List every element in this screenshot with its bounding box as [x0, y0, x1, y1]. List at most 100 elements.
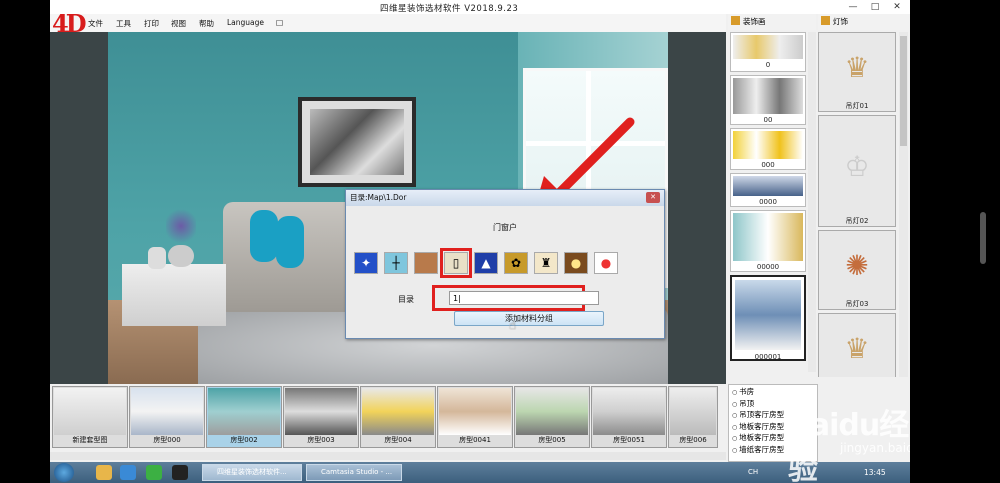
deco-thumb-item[interactable]: 0000 [730, 173, 806, 207]
taskbar: 四维星装饰选材软件... Camtasia Studio - ... CH 13… [50, 462, 910, 483]
dialog-title-bar: 目录:Map\1.Dor ✕ [346, 190, 664, 206]
lamp-item-label: 吊灯03 [845, 300, 869, 308]
deco-item-label: 000001 [754, 353, 782, 361]
deco-thumb-item[interactable]: 000 [730, 128, 806, 170]
deco-scrollbar[interactable] [808, 32, 816, 372]
qq-icon[interactable] [172, 465, 188, 480]
title-bar: 四维星装饰选材软件 V2018.9.23 — □ ✕ [50, 0, 910, 14]
deco-thumb-item[interactable]: 00000 [730, 210, 806, 272]
render-viewport[interactable]: 目录:Map\1.Dor ✕ 门窗户 ✦ ┼ ▯ ▲ ✿ ♜ ● ● 目录 添加… [50, 32, 726, 384]
room-thumb [131, 388, 203, 435]
taskbar-app-4d[interactable]: 四维星装饰选材软件... [202, 464, 302, 481]
wechat-icon[interactable] [146, 465, 162, 480]
lamp-icon[interactable]: ● [564, 252, 588, 274]
picture-icon [731, 16, 740, 25]
maximize-button[interactable]: □ [864, 1, 886, 13]
chair-icon[interactable]: ♜ [534, 252, 558, 274]
scrollbar-thumb[interactable] [900, 36, 907, 146]
lamp-panel-header[interactable]: 灯饰 [818, 14, 910, 30]
glass-icon[interactable]: ┼ [384, 252, 408, 274]
room-thumb-item[interactable]: 房型0051 [591, 386, 667, 448]
room-thumb-item[interactable]: 房型003 [283, 386, 359, 448]
dialog-close-button[interactable]: ✕ [646, 192, 660, 203]
browser-icon[interactable] [120, 465, 136, 480]
deco-thumb-item[interactable]: 0 [730, 32, 806, 72]
deco-item-label: 00 [763, 116, 773, 124]
menu-print[interactable]: 打印 [144, 18, 159, 29]
deco-thumb [735, 280, 801, 350]
category-item[interactable]: 书房 [732, 387, 814, 399]
room-strip-scrollbar[interactable] [50, 452, 726, 460]
lamp-thumb-item[interactable]: ♛ [818, 313, 896, 377]
deco-thumb [733, 35, 803, 59]
menu-language[interactable]: Language [227, 18, 264, 27]
tray-language[interactable]: CH [748, 468, 758, 476]
sofa-pillow [276, 216, 304, 268]
folder-icon[interactable] [96, 465, 112, 480]
room-thumb-item[interactable]: 新建套型图 [52, 386, 128, 448]
menu-extra[interactable]: □ [276, 18, 283, 27]
room-thumb-item[interactable]: 房型005 [514, 386, 590, 448]
tile-pattern-icon[interactable]: ✦ [354, 252, 378, 274]
material-dialog: 目录:Map\1.Dor ✕ 门窗户 ✦ ┼ ▯ ▲ ✿ ♜ ● ● 目录 添加… [345, 189, 665, 339]
deco-panel-header[interactable]: 装饰画 [728, 14, 816, 30]
door-icon[interactable]: ▯ [440, 248, 472, 278]
lamp-thumb-item[interactable]: ✺ 吊灯03 [818, 230, 896, 310]
menu-file[interactable]: 文件 [88, 18, 103, 29]
vase [148, 247, 166, 269]
chandelier-icon: ✺ [845, 248, 869, 282]
directory-input[interactable] [449, 291, 599, 305]
dialog-title: 目录:Map\1.Dor [350, 193, 407, 202]
window-controls: — □ ✕ [842, 1, 908, 13]
lamp-item-label: 吊灯02 [845, 217, 869, 225]
deco-item-label: 000 [761, 161, 775, 169]
room-thumb-item[interactable]: 房型000 [129, 386, 205, 448]
lamp-thumb-item[interactable]: ♛ 吊灯01 [818, 32, 896, 112]
room-label: 房型005 [538, 436, 566, 444]
menu-tools[interactable]: 工具 [116, 18, 131, 29]
color-palette-icon[interactable]: ● [594, 252, 618, 274]
lamp-scrollbar[interactable] [899, 32, 908, 377]
room-thumb [285, 388, 357, 435]
room-thumb-item[interactable]: 房型006 [668, 386, 718, 448]
close-button[interactable]: ✕ [886, 1, 908, 13]
deco-thumb [733, 176, 803, 196]
room-thumb-item[interactable]: 房型002 [206, 386, 282, 448]
room-thumb [516, 388, 588, 435]
material-icon-row: ✦ ┼ ▯ ▲ ✿ ♜ ● ● [354, 248, 618, 278]
painting-canvas [310, 109, 404, 175]
room-label: 房型0051 [613, 436, 645, 444]
directory-label: 目录 [398, 295, 414, 304]
painting-icon[interactable]: ✿ [504, 252, 528, 274]
deco-thumb-item[interactable]: 000001 [730, 275, 806, 361]
lamp-thumb-item[interactable]: ♔ 吊灯02 [818, 115, 896, 227]
dialog-heading: 门窗户 [493, 223, 517, 232]
lamp-list: ♛ 吊灯01 ♔ 吊灯02 ✺ 吊灯03 ♛ [818, 32, 898, 377]
menu-help[interactable]: 帮助 [199, 18, 214, 29]
curtain-icon[interactable]: ▲ [474, 252, 498, 274]
room-thumb-item[interactable]: 房型0041 [437, 386, 513, 448]
room-label: 房型002 [230, 436, 258, 444]
chandelier-icon: ♛ [844, 331, 870, 365]
deco-thumb-item[interactable]: 00 [730, 75, 806, 125]
start-button[interactable] [54, 463, 74, 482]
side-cabinet [122, 264, 226, 326]
lamp-item-label: 吊灯01 [845, 102, 869, 110]
chandelier-icon: ♔ [844, 149, 870, 183]
sofa-pillow [250, 210, 278, 262]
add-material-group-button[interactable]: 添加材料分组 [454, 311, 604, 326]
app-screen: 四维星装饰选材软件 V2018.9.23 — □ ✕ 4D 文件 工具 打印 视… [50, 0, 910, 483]
room-thumb [362, 388, 434, 435]
room-type-strip: 新建套型图 房型000 房型002 房型003 房型004 房型0041 房型0… [50, 386, 726, 450]
deco-thumb [733, 131, 803, 159]
room-thumb [439, 388, 511, 435]
deco-list: 0 00 000 0000 00000 000001 [728, 32, 808, 372]
wood-icon[interactable] [414, 252, 438, 274]
phone-side-indicator [980, 212, 986, 264]
deco-panel-title: 装饰画 [743, 17, 766, 26]
menu-view[interactable]: 视图 [171, 18, 186, 29]
room-thumb-item[interactable]: 房型004 [360, 386, 436, 448]
taskbar-app-camtasia[interactable]: Camtasia Studio - ... [306, 464, 402, 481]
baidu-watermark-url: jingyan.baidu.com [840, 441, 910, 455]
minimize-button[interactable]: — [842, 1, 864, 13]
